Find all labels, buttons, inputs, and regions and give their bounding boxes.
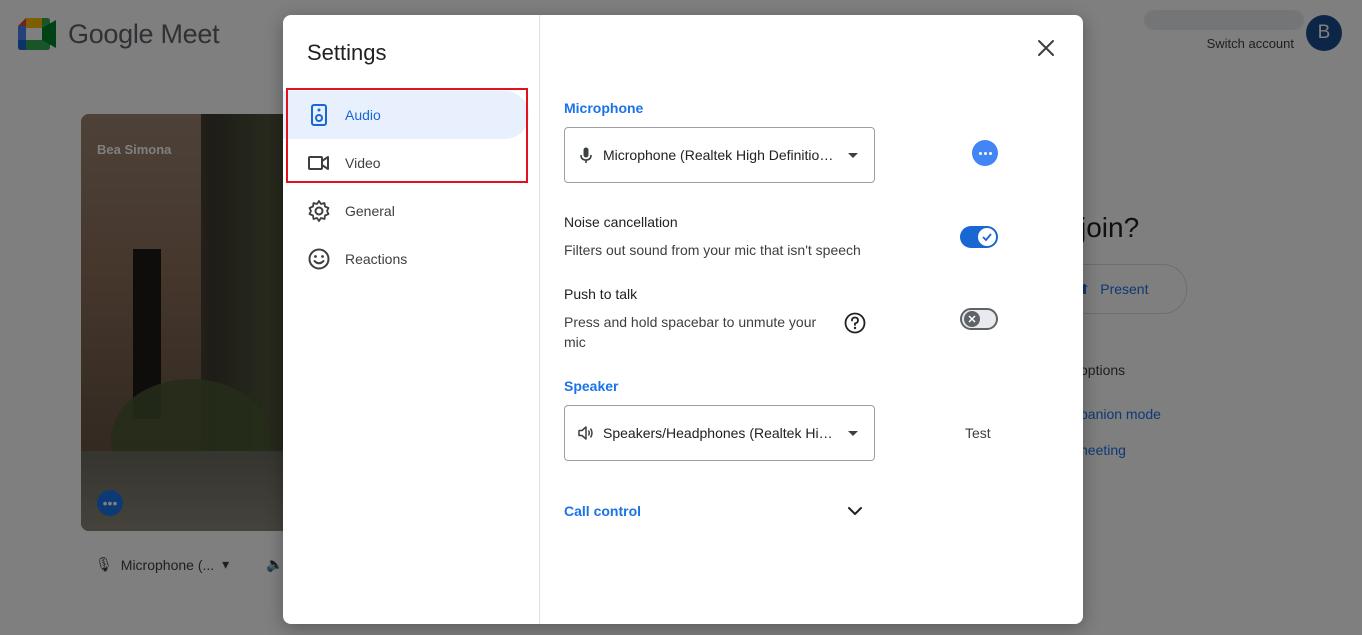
nav-item-label: Audio — [345, 107, 381, 123]
microphone-section-label: Microphone — [564, 100, 644, 116]
push-to-talk-label: Push to talk — [564, 286, 638, 302]
caret-down-icon — [848, 152, 858, 158]
smiley-icon — [308, 248, 330, 270]
volume-icon — [578, 426, 593, 440]
nav-item-label: General — [345, 203, 395, 219]
nav-item-audio[interactable]: Audio — [283, 91, 529, 139]
microphone-select-value: Microphone (Realtek High Definition Audi… — [603, 147, 840, 163]
nav-item-label: Video — [345, 155, 381, 171]
video-camera-icon — [308, 156, 329, 170]
audio-settings-panel: Microphone Microphone (Realtek High Defi… — [564, 15, 1064, 624]
speaker-select-value: Speakers/Headphones (Realtek High Defini… — [603, 425, 840, 441]
microphone-select[interactable]: Microphone (Realtek High Definition Audi… — [564, 127, 875, 183]
nav-item-video[interactable]: Video — [283, 139, 529, 187]
settings-nav: Settings Audio Video General Reactions — [283, 15, 540, 624]
microphone-more-options-button[interactable] — [972, 140, 998, 166]
toggle-knob — [978, 228, 996, 246]
push-to-talk-toggle[interactable] — [960, 308, 998, 330]
settings-dialog: Settings Audio Video General Reactions M… — [283, 15, 1083, 624]
push-to-talk-description-line2: mic — [564, 334, 586, 350]
chevron-down-icon[interactable] — [843, 499, 867, 523]
x-icon — [968, 315, 976, 323]
noise-cancellation-description: Filters out sound from your mic that isn… — [564, 242, 861, 258]
nav-item-reactions[interactable]: Reactions — [283, 235, 529, 283]
speaker-section-label: Speaker — [564, 378, 619, 394]
noise-cancellation-toggle[interactable] — [960, 226, 998, 248]
settings-title: Settings — [307, 40, 387, 65]
nav-item-label: Reactions — [345, 251, 408, 267]
gear-icon — [308, 200, 330, 222]
settings-nav-list: Audio Video General Reactions — [283, 91, 529, 283]
speaker-icon — [311, 104, 327, 126]
caret-down-icon — [848, 430, 858, 436]
noise-cancellation-label: Noise cancellation — [564, 214, 678, 230]
nav-item-general[interactable]: General — [283, 187, 529, 235]
test-speaker-button[interactable]: Test — [965, 425, 991, 441]
help-icon[interactable] — [844, 312, 866, 334]
push-to-talk-description-line1: Press and hold spacebar to unmute your — [564, 314, 817, 330]
toggle-knob — [964, 311, 980, 327]
call-control-section-label[interactable]: Call control — [564, 503, 641, 519]
mic-icon — [580, 147, 592, 163]
check-icon — [982, 233, 992, 242]
speaker-select[interactable]: Speakers/Headphones (Realtek High Defini… — [564, 405, 875, 461]
